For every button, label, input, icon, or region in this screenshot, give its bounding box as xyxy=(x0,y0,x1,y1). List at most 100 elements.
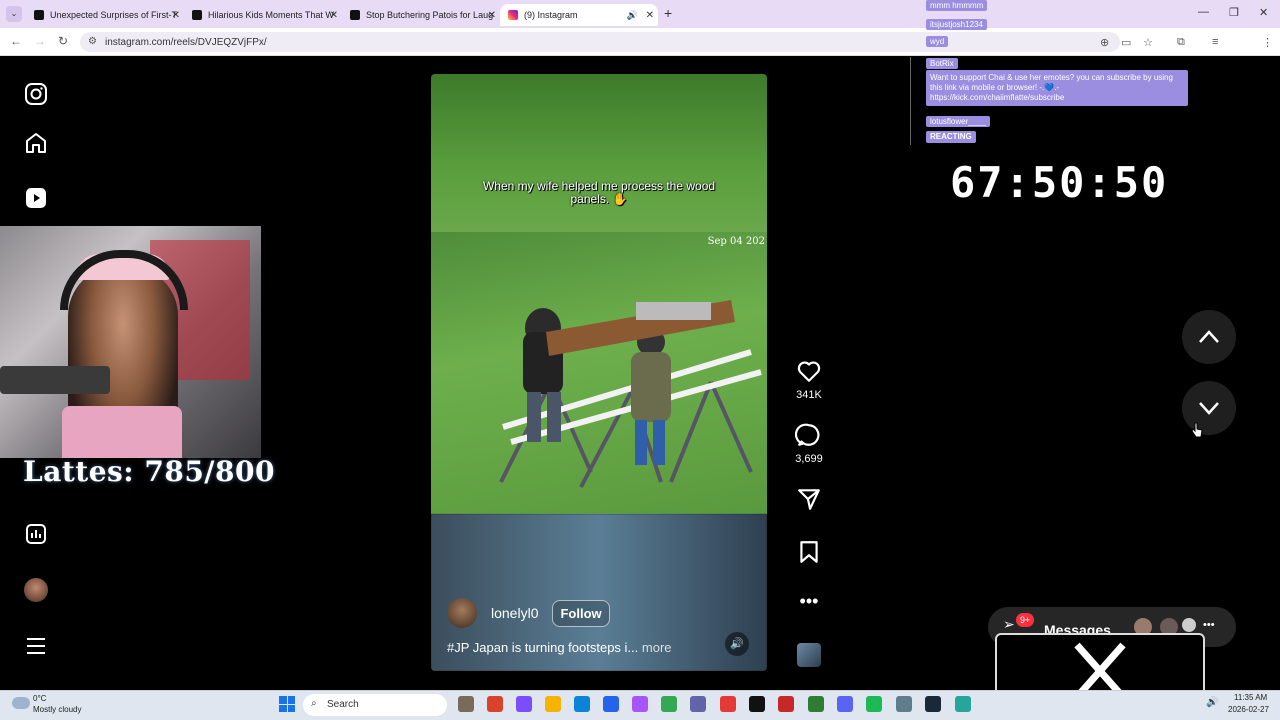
subathon-timer: 67:50:50 xyxy=(950,158,1169,207)
chat-username: BotRix xyxy=(926,58,958,69)
reel-video[interactable]: When my wife helped me process the wood … xyxy=(431,74,767,671)
volume-tray-icon[interactable]: 🔊 xyxy=(1206,697,1218,708)
instagram-logo-icon[interactable] xyxy=(24,82,48,106)
windows-start-icon[interactable] xyxy=(279,696,295,712)
task-view-icon[interactable] xyxy=(458,696,474,712)
volume-icon[interactable]: 🔊 xyxy=(725,632,749,656)
close-icon[interactable]: ✕ xyxy=(330,10,338,21)
close-icon[interactable]: ✕ xyxy=(488,10,496,21)
chrome-icon[interactable] xyxy=(661,696,677,712)
tab-title: Unexpected Surprises of First-T xyxy=(50,10,178,20)
maximize-icon[interactable]: ❐ xyxy=(1229,6,1239,19)
follow-button[interactable]: Follow xyxy=(552,599,610,627)
tab-2[interactable]: Hilarious Kids Moments That W ✕ xyxy=(184,4,342,26)
chat-badge: REACTING xyxy=(926,131,976,143)
insights-icon[interactable] xyxy=(24,522,48,546)
instagram-icon xyxy=(508,10,518,20)
reels-icon[interactable] xyxy=(24,186,48,210)
profile-avatar-nav[interactable] xyxy=(24,578,48,602)
app-icon[interactable] xyxy=(487,696,503,712)
new-tab-button[interactable]: + xyxy=(664,5,672,21)
back-icon[interactable]: ← xyxy=(10,34,22,48)
app-icon[interactable] xyxy=(955,696,971,712)
reel-scene xyxy=(499,300,762,488)
clock-date[interactable]: 2026-02-27 xyxy=(1228,705,1269,714)
weather-description[interactable]: Mostly cloudy xyxy=(33,705,81,714)
spotify-icon[interactable] xyxy=(866,696,882,712)
microphone xyxy=(0,366,110,394)
message-avatar xyxy=(1182,618,1196,632)
search-label: Search xyxy=(327,699,359,710)
tiktok-icon xyxy=(192,10,202,20)
hand-cursor-icon xyxy=(1191,422,1203,438)
tab-title: (9) Instagram xyxy=(524,10,578,20)
copilot-icon[interactable] xyxy=(516,696,532,712)
tiktok-icon[interactable] xyxy=(749,696,765,712)
site-info-icon[interactable]: ⚙ xyxy=(88,36,97,47)
tiktok-icon xyxy=(34,10,44,20)
clock-time[interactable]: 11:35 AM xyxy=(1234,693,1267,702)
tab-4[interactable]: (9) Instagram 🔊 ✕ xyxy=(500,4,658,26)
close-window-icon[interactable]: ✕ xyxy=(1259,6,1268,19)
steam-icon[interactable] xyxy=(925,696,941,712)
chat-username: itsjustjosh1234 xyxy=(926,19,987,30)
calculator-icon[interactable] xyxy=(896,696,912,712)
chat-username: mmm hmmmm xyxy=(926,0,988,11)
author-username[interactable]: lonelyl0 xyxy=(491,605,538,621)
weather-temperature[interactable]: 0°C xyxy=(33,694,46,703)
menu-icon[interactable]: ⋮ xyxy=(1262,36,1273,49)
app-icon[interactable] xyxy=(778,696,794,712)
reel-top-frame: When my wife helped me process the wood … xyxy=(431,74,767,232)
tab-search-button[interactable]: ⌄ xyxy=(6,6,22,22)
url-text[interactable]: instagram.com/reels/DVJEQZVjFPx/ xyxy=(105,37,267,48)
unread-badge: 9+ xyxy=(1016,613,1035,627)
close-icon[interactable]: ✕ xyxy=(172,10,180,21)
reel-description[interactable]: #JP Japan is turning footsteps i... more xyxy=(447,640,672,655)
home-icon[interactable] xyxy=(24,131,48,155)
lattes-counter: Lattes: 785/800 xyxy=(23,455,275,488)
app-icon[interactable] xyxy=(808,696,824,712)
send-icon: ➢ xyxy=(1003,616,1015,632)
webcam-feed xyxy=(0,226,261,458)
like-heart-icon[interactable] xyxy=(795,358,823,384)
app-icon[interactable] xyxy=(603,696,619,712)
tiktok-icon xyxy=(350,10,360,20)
comment-icon[interactable] xyxy=(795,422,823,448)
forward-icon[interactable]: → xyxy=(34,34,46,48)
app-icon[interactable] xyxy=(720,696,736,712)
tab-title: Hilarious Kids Moments That W xyxy=(208,10,334,20)
teams-icon[interactable] xyxy=(690,696,706,712)
more-icon[interactable]: ••• xyxy=(1203,619,1215,631)
tab-1[interactable]: Unexpected Surprises of First-T ✕ xyxy=(26,4,184,26)
more-options-icon[interactable]: ••• xyxy=(795,591,823,611)
tab-3[interactable]: Stop Butchering Patois for Laug ✕ xyxy=(342,4,500,26)
more-menu-icon[interactable] xyxy=(24,634,48,658)
discord-icon[interactable] xyxy=(837,696,853,712)
author-avatar[interactable] xyxy=(447,598,477,628)
audio-thumbnail[interactable] xyxy=(797,643,821,667)
reel-main-frame: Sep 04 202 xyxy=(431,232,767,514)
media-controls-icon[interactable]: ≡ xyxy=(1212,36,1218,48)
reload-icon[interactable]: ↻ xyxy=(58,34,68,48)
stream-chat-overlay: mmm hmmmm itsjustjosh1234 wyd BotRix Wan… xyxy=(910,0,1200,150)
chevron-up-icon xyxy=(1199,330,1219,343)
taskbar-search[interactable] xyxy=(303,694,447,716)
previous-reel-button[interactable] xyxy=(1182,310,1236,364)
close-icon[interactable]: ✕ xyxy=(646,10,654,21)
reel-author: lonelyl0 Follow xyxy=(447,598,610,628)
shirt xyxy=(62,406,182,458)
reel-overlay-caption: When my wife helped me process the wood … xyxy=(482,179,716,206)
tab-title: Stop Butchering Patois for Laug xyxy=(366,10,494,20)
like-count: 341K xyxy=(796,389,822,401)
edge-icon[interactable] xyxy=(574,696,590,712)
save-bookmark-icon[interactable] xyxy=(795,539,823,565)
app-icon[interactable] xyxy=(632,696,648,712)
chat-timeline xyxy=(910,57,911,145)
comment-count: 3,699 xyxy=(795,453,823,465)
chat-username: lotusflower____ xyxy=(926,116,991,127)
share-icon[interactable] xyxy=(795,486,823,512)
speaker-icon[interactable]: 🔊 xyxy=(627,10,638,21)
cloud-icon[interactable] xyxy=(12,697,30,709)
more-link: more xyxy=(641,640,672,655)
file-explorer-icon[interactable] xyxy=(545,696,561,712)
